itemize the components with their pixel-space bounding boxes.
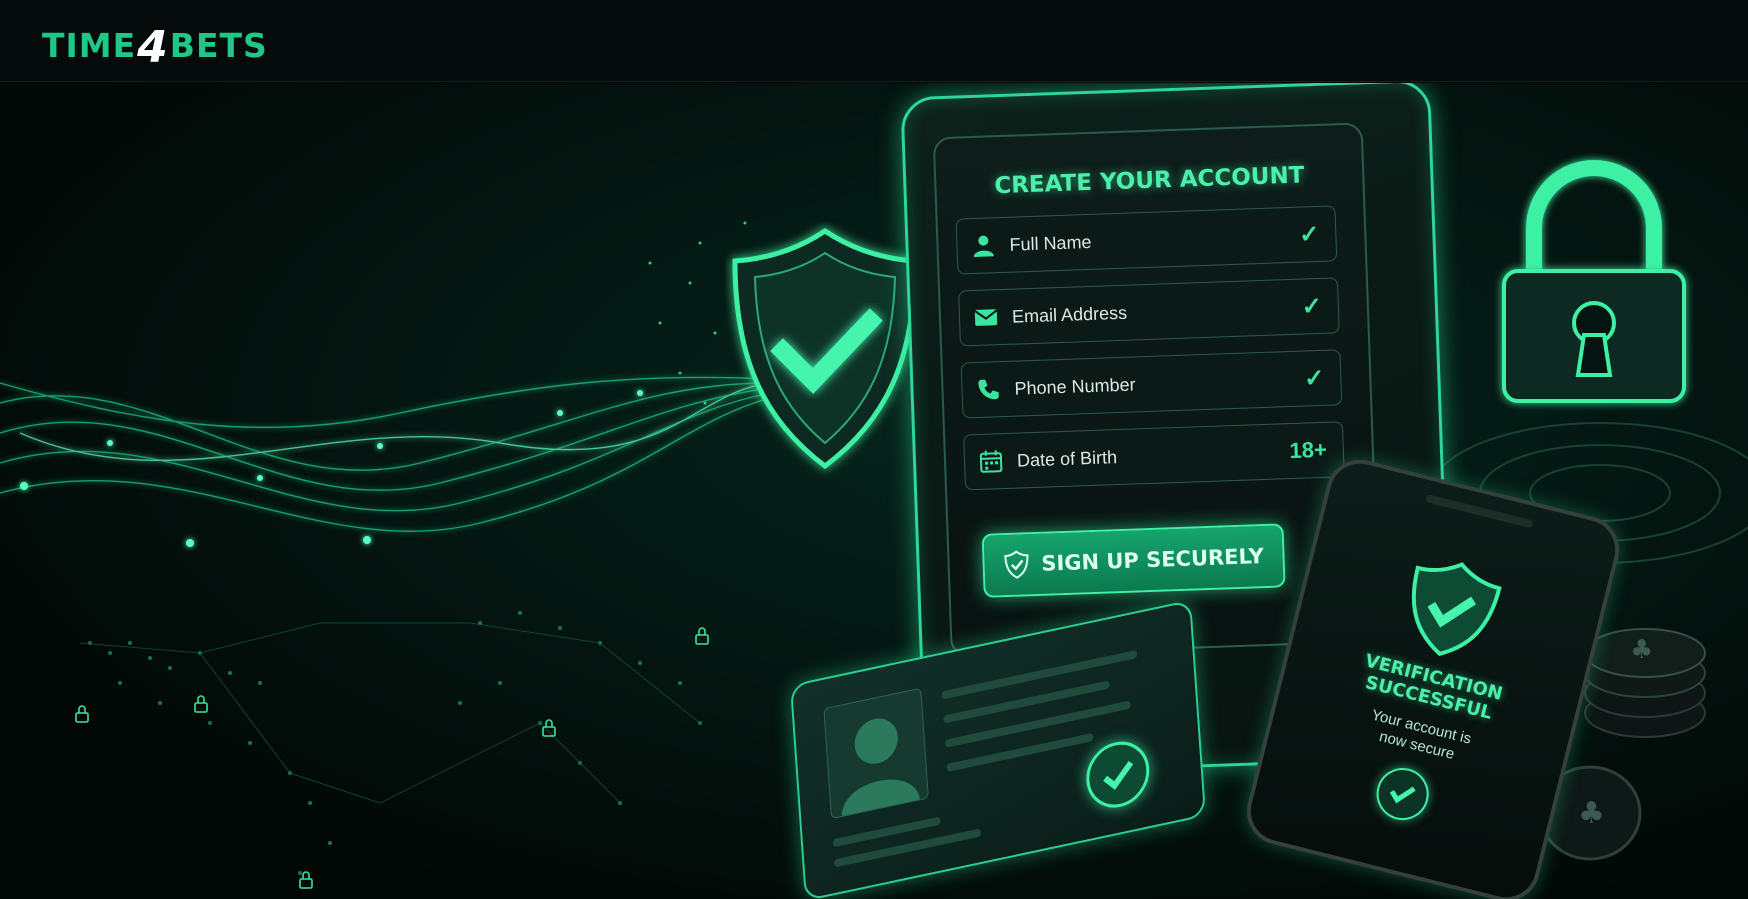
top-bar: TIME 4 BETS (0, 0, 1748, 82)
user-icon (973, 235, 994, 257)
sign-up-button[interactable]: SIGN UP SECURELY (981, 523, 1286, 598)
security-shield-icon (725, 221, 925, 486)
avatar (823, 687, 929, 820)
logo-number: 4 (137, 22, 169, 73)
form-title: CREATE YOUR ACCOUNT (993, 162, 1305, 200)
date-of-birth-field[interactable]: Date of Birth 18+ (963, 421, 1345, 491)
shield-check-icon (1004, 550, 1029, 579)
full-name-label: Full Name (1009, 231, 1092, 255)
date-of-birth-label: Date of Birth (1016, 446, 1118, 471)
logo-text-left: TIME (42, 26, 137, 65)
phone-notch (1425, 493, 1534, 529)
check-circle-icon (1084, 735, 1152, 814)
padlock-icon (1494, 153, 1694, 418)
calendar-icon (979, 450, 1003, 473)
phone-label: Phone Number (1014, 373, 1136, 399)
check-circle-icon (1371, 762, 1435, 826)
email-label: Email Address (1011, 302, 1128, 327)
logo-text-right: BETS (169, 26, 268, 65)
checkmark-icon: ✓ (1298, 220, 1320, 249)
svg-text:♣: ♣ (1630, 635, 1653, 665)
checkmark-icon: ✓ (1301, 292, 1323, 321)
email-field[interactable]: Email Address ✓ (958, 277, 1340, 347)
phone-icon (978, 379, 999, 400)
checkmark-icon: ✓ (1303, 364, 1325, 393)
envelope-icon (974, 309, 998, 326)
svg-text:♣: ♣ (1578, 796, 1605, 831)
phone-field[interactable]: Phone Number ✓ (960, 349, 1343, 419)
id-text-line (944, 700, 1132, 748)
brand-logo[interactable]: TIME 4 BETS (42, 20, 268, 73)
id-text-line (941, 649, 1138, 700)
hero-scene: ♣ ♣ CREATE YOUR ACCOUNT Full Name ✓ Emai… (0, 83, 1748, 899)
verified-shield-icon (1411, 562, 1502, 657)
age-restriction-badge: 18+ (1289, 436, 1328, 464)
full-name-field[interactable]: Full Name ✓ (955, 205, 1338, 275)
sign-up-label: SIGN UP SECURELY (1040, 544, 1265, 576)
